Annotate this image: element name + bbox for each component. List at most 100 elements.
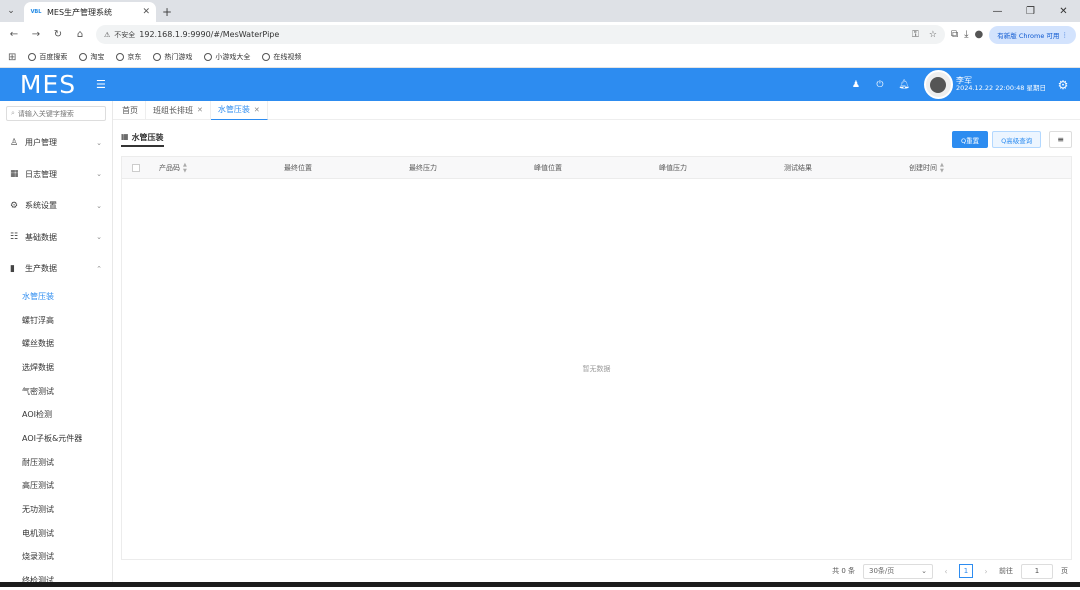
data-table: 产品码 ▲ ▼ 最终位置 最终压力 峰值位置 峰值压力 测试结果 创建时间 ▲ ▼ 暂无…	[121, 156, 1072, 560]
sidebar-item-system-settings[interactable]: ⚙ 系统设置 ⌄	[0, 190, 112, 222]
sort-icon[interactable]: ▲ ▼	[183, 162, 187, 174]
reset-button[interactable]: Q重置	[952, 131, 989, 148]
calendar-icon: ▦	[10, 169, 19, 180]
address-bar[interactable]: ⚠ 不安全 192.168.1.9:9990/#/MesWaterPipe ⚿ …	[96, 25, 945, 44]
bookmark-item[interactable]: 小游戏大全	[204, 52, 250, 62]
bar-chart-icon: ▮	[10, 263, 15, 274]
sidebar-item-production-data[interactable]: ▮ 生产数据 ⌃	[0, 253, 112, 285]
globe-icon	[204, 53, 213, 61]
password-key-icon[interactable]: ⚿	[912, 30, 919, 40]
apps-grid-icon[interactable]: ⊞	[8, 52, 16, 63]
sidebar-subitem[interactable]: 螺丝数据	[0, 332, 112, 356]
tag-team-schedule[interactable]: 班组长排班 ✕	[146, 100, 211, 120]
home-icon[interactable]: ⌂	[70, 25, 90, 45]
goto-page-input[interactable]: 1	[1021, 563, 1053, 579]
sort-icon[interactable]: ▲ ▼	[940, 162, 944, 174]
new-tab-button[interactable]: +	[156, 2, 178, 22]
sidebar-search-input[interactable]	[17, 109, 98, 118]
extensions-icon[interactable]: ⧉	[951, 29, 958, 40]
bookmarks-bar: ⊞ 百度搜索 淘宝 京东 热门游戏 小游戏大全 在线视频	[0, 47, 1080, 68]
menu-toggle-icon[interactable]: ☰	[96, 78, 112, 91]
column-header: 最终位置	[284, 163, 312, 172]
sidebar-subitem[interactable]: 螺钉浮高	[0, 308, 112, 332]
sidebar-subitem-water-pipe[interactable]: 水管压装	[0, 285, 112, 309]
select-all-checkbox[interactable]	[122, 163, 150, 172]
restore-icon[interactable]: ❐	[1014, 0, 1047, 22]
chevron-down-icon: ⌄	[96, 201, 102, 210]
sidebar-subitem[interactable]: 烧录测试	[0, 545, 112, 569]
sidebar-subitem[interactable]: 无功测试	[0, 498, 112, 522]
profile-icon[interactable]: ●	[975, 29, 984, 40]
prev-page-icon[interactable]: ‹	[941, 567, 951, 576]
close-icon[interactable]: ✕	[254, 106, 260, 114]
bell-icon[interactable]: 🔔︎	[892, 80, 916, 90]
sidebar-subitem[interactable]: AOI子板&元件器	[0, 427, 112, 451]
security-label[interactable]: 不安全	[114, 30, 135, 40]
sidebar-item-basic-data[interactable]: ☷ 基础数据 ⌄	[0, 222, 112, 254]
close-icon[interactable]: ✕	[197, 106, 203, 114]
sidebar-subitem[interactable]: 高压测试	[0, 474, 112, 498]
avatar[interactable]	[923, 70, 953, 99]
globe-icon	[28, 53, 37, 61]
tab-search-icon[interactable]: ⌄	[0, 0, 22, 22]
sidebar-search[interactable]: ⌕	[6, 106, 106, 121]
user-icon[interactable]: ♟	[844, 80, 868, 90]
tag-water-pipe[interactable]: 水管压装 ✕	[210, 100, 268, 120]
bookmark-item[interactable]: 热门游戏	[153, 52, 192, 62]
forward-icon[interactable]: →	[26, 25, 46, 45]
page-size-select[interactable]: 30条/页 ⌄	[863, 563, 933, 579]
pagination: 共 0 条 30条/页 ⌄ ‹ 1 › 前往 1 页	[121, 560, 1072, 582]
bookmark-item[interactable]: 淘宝	[79, 52, 104, 62]
globe-icon	[262, 53, 271, 61]
browser-tab[interactable]: VBL MES生产管理系统 ✕	[24, 2, 156, 22]
sidebar-subitem[interactable]: 终检测试	[0, 569, 112, 582]
reload-icon[interactable]: ↻	[48, 25, 68, 45]
minimize-icon[interactable]: —	[981, 0, 1014, 22]
power-icon[interactable]: ⏻	[868, 80, 892, 90]
bookmark-item[interactable]: 百度搜索	[28, 52, 67, 62]
sliders-icon: ☷	[10, 232, 19, 243]
sidebar-subitem[interactable]: 电机测试	[0, 521, 112, 545]
browser-toolbar: ← → ↻ ⌂ ⚠ 不安全 192.168.1.9:9990/#/MesWate…	[0, 22, 1080, 47]
column-header[interactable]: 创建时间 ▲ ▼	[900, 162, 1025, 174]
column-menu-button[interactable]: ≡	[1049, 131, 1072, 148]
current-datetime: 2024.12.22 22:00:48 星期日	[955, 84, 1046, 93]
column-header: 峰值位置	[534, 163, 562, 172]
page-number[interactable]: 1	[959, 564, 973, 578]
sidebar-item-log-management[interactable]: ▦ 日志管理 ⌄	[0, 159, 112, 191]
sidebar-subitem[interactable]: 耐压测试	[0, 450, 112, 474]
globe-icon	[153, 53, 162, 61]
close-window-icon[interactable]: ✕	[1047, 0, 1080, 22]
chevron-up-icon: ⌃	[96, 264, 102, 273]
settings-icon: ⚙	[10, 200, 19, 211]
url-text[interactable]: 192.168.1.9:9990/#/MesWaterPipe	[139, 30, 902, 39]
search-icon: ⌕	[11, 109, 15, 117]
bookmark-item[interactable]: 京东	[116, 52, 141, 62]
download-icon[interactable]: ⤓	[964, 29, 968, 40]
back-icon[interactable]: ←	[4, 25, 24, 45]
user-info[interactable]: 李军 2024.12.22 22:00:48 星期日	[956, 76, 1046, 93]
tab-title: MES生产管理系统	[47, 7, 113, 17]
favicon-icon: VBL	[30, 9, 42, 15]
tag-home[interactable]: 首页	[115, 100, 146, 120]
grid-icon: ▦	[121, 132, 129, 141]
bookmark-item[interactable]: 在线视频	[262, 52, 301, 62]
next-page-icon[interactable]: ›	[981, 567, 991, 576]
bookmark-star-icon[interactable]: ☆	[929, 30, 937, 40]
close-tab-icon[interactable]: ✕	[142, 7, 150, 17]
user-icon: ♙	[10, 137, 19, 148]
column-header[interactable]: 产品码 ▲ ▼	[150, 162, 275, 174]
sidebar-subitem[interactable]: AOI检测	[0, 403, 112, 427]
update-chrome-button[interactable]: 有新版 Chrome 可用 ⋮	[989, 25, 1076, 44]
warning-icon[interactable]: ⚠	[104, 31, 110, 39]
globe-icon	[116, 53, 125, 61]
sidebar-subitem[interactable]: 气密测试	[0, 379, 112, 403]
empty-text: 暂无数据	[582, 365, 611, 373]
content-panel: ▦ 水管压装 Q重置 Q高级查询 ≡ 产品码 ▲ ▼ 最终位置 最终压力 峰值位置 …	[113, 120, 1080, 582]
sidebar-subitem[interactable]: 选焊数据	[0, 356, 112, 380]
advanced-search-button[interactable]: Q高级查询	[992, 131, 1042, 148]
app-header: MES ☰ ♟ ⏻ 🔔︎ 李军 2024.12.22 22:00:48 星期日 …	[0, 68, 1080, 101]
sidebar-item-user-management[interactable]: ♙ 用户管理 ⌄	[0, 127, 112, 159]
os-taskbar	[0, 582, 1080, 587]
gear-icon[interactable]: ⚙	[1046, 78, 1080, 92]
